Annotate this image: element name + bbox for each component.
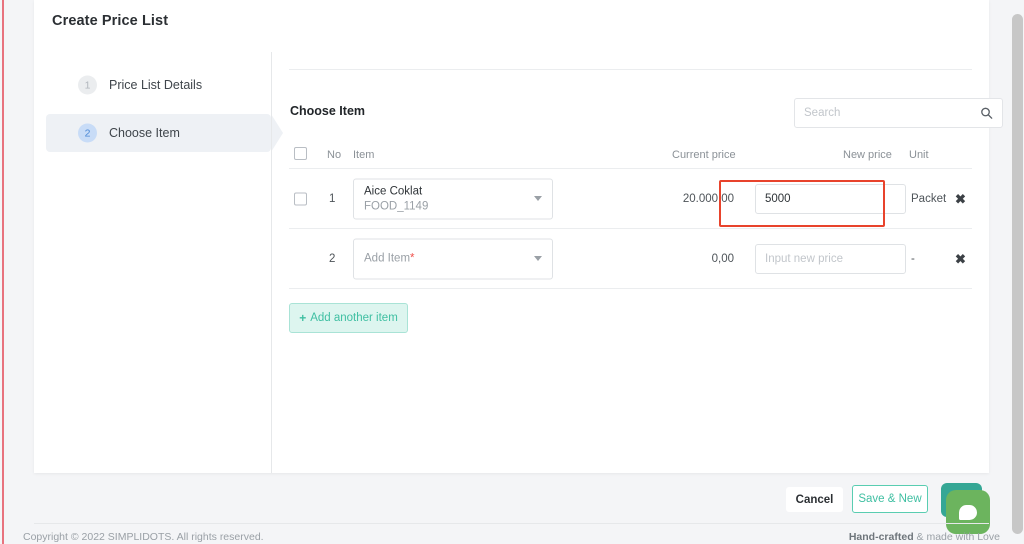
table-row: 1 Aice Coklat FOOD_1149 20.000,00 Packet… <box>289 169 972 229</box>
plus-icon: + <box>299 311 307 325</box>
search-box[interactable] <box>794 98 1003 128</box>
new-price-input[interactable] <box>755 243 906 274</box>
step-number-badge: 1 <box>78 75 97 95</box>
chat-bubble-icon <box>959 504 977 520</box>
section-title: Choose Item <box>290 104 366 118</box>
app-window: Create Price List 1 Price List Details 2… <box>0 0 1024 544</box>
column-header-no: No <box>327 149 342 161</box>
step-label: Price List Details <box>109 78 203 92</box>
handcrafted-text: Hand-crafted & made with Love <box>848 531 1000 543</box>
column-divider <box>271 52 272 473</box>
select-all-checkbox[interactable] <box>294 147 307 160</box>
create-price-list-card: Create Price List 1 Price List Details 2… <box>34 0 1003 473</box>
chevron-down-icon <box>534 256 542 261</box>
table-header-row: No Item Current price New price Unit <box>289 145 972 169</box>
sidebar-item-choose-item[interactable]: 2 Choose Item <box>46 114 283 152</box>
add-another-item-button[interactable]: + Add another item <box>289 303 408 333</box>
item-select[interactable]: Aice Coklat FOOD_1149 <box>353 178 553 219</box>
column-header-new-price: New price <box>843 149 892 161</box>
vertical-scrollbar-thumb[interactable] <box>1012 14 1023 534</box>
left-edge-marker <box>2 0 4 544</box>
search-input[interactable] <box>804 99 974 127</box>
items-table: No Item Current price New price Unit 1 A… <box>289 145 972 289</box>
stepper: 1 Price List Details 2 Choose Item <box>46 66 283 162</box>
current-price-value: 20.000,00 <box>682 192 734 205</box>
step-number-badge: 2 <box>78 123 97 143</box>
step-label: Choose Item <box>109 126 180 140</box>
item-select[interactable]: Add Item* <box>353 238 553 279</box>
row-number: 1 <box>329 192 336 205</box>
column-header-current-price: Current price <box>672 149 736 161</box>
item-placeholder: Add Item* <box>364 252 415 265</box>
row-checkbox[interactable] <box>294 192 307 205</box>
close-icon[interactable]: ✖ <box>955 192 966 205</box>
current-price-value: 0,00 <box>711 252 734 265</box>
unit-value: - <box>911 252 915 265</box>
item-name: Aice Coklat <box>364 185 423 197</box>
top-divider <box>289 69 972 70</box>
table-row: 2 Add Item* 0,00 - ✖ <box>289 229 972 289</box>
new-price-input[interactable] <box>755 183 906 214</box>
cancel-button[interactable]: Cancel <box>786 487 843 512</box>
footer-divider <box>34 523 989 524</box>
chevron-down-icon <box>534 196 542 201</box>
search-icon <box>981 107 993 119</box>
column-header-unit: Unit <box>909 149 929 161</box>
unit-value: Packet <box>911 192 947 205</box>
vertical-scrollbar-track[interactable] <box>1011 0 1024 544</box>
column-header-item: Item <box>353 149 375 161</box>
copyright-text: Copyright © 2022 SIMPLIDOTS. All rights … <box>23 531 264 543</box>
close-icon[interactable]: ✖ <box>955 252 966 265</box>
row-number: 2 <box>329 252 336 265</box>
sidebar-item-price-list-details[interactable]: 1 Price List Details <box>46 66 271 104</box>
chat-widget-button[interactable] <box>946 490 990 534</box>
save-new-button[interactable]: Save & New <box>852 485 928 513</box>
item-code: FOOD_1149 <box>364 200 429 212</box>
page-title: Create Price List <box>52 13 169 29</box>
add-another-item-label: Add another item <box>310 312 398 324</box>
